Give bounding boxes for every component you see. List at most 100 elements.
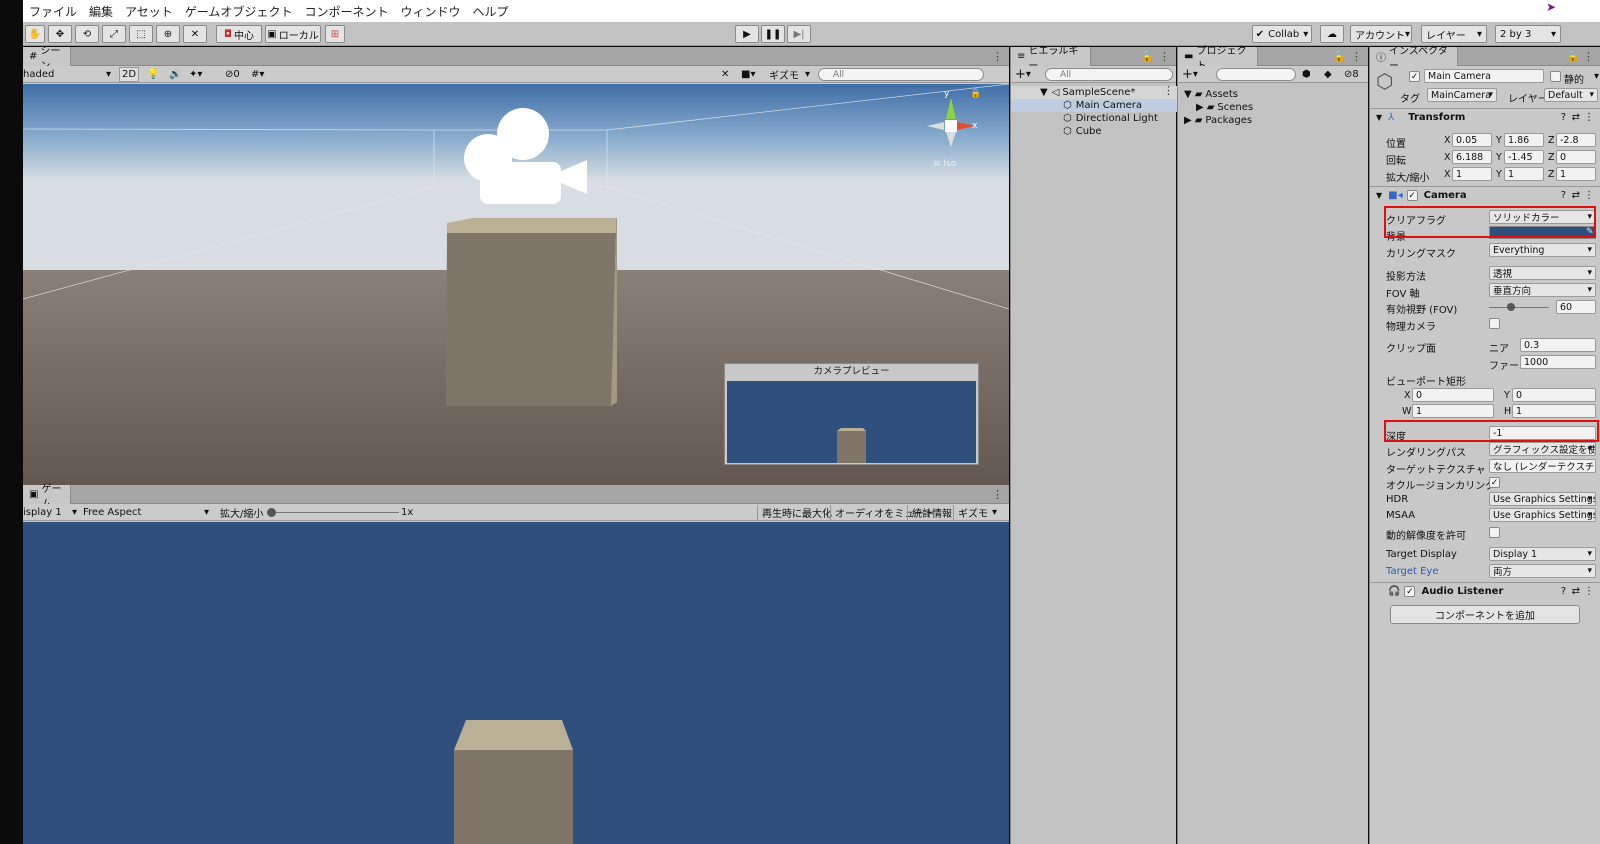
menu-file[interactable]: ファイル — [23, 3, 83, 20]
preset-icon[interactable]: ⇄ — [1572, 190, 1580, 201]
effects-icon[interactable]: ✦▾ — [189, 67, 202, 82]
inspector-menu-icon[interactable]: ⋮ — [1583, 50, 1594, 63]
tab-project[interactable]: ▬プロジェクト — [1178, 46, 1258, 72]
component-menu-icon[interactable]: ⋮ — [1584, 586, 1594, 597]
scale-z-field[interactable]: 1 — [1556, 167, 1596, 181]
culling-mask-dropdown[interactable]: Everything — [1489, 243, 1596, 257]
menu-assets[interactable]: アセット — [119, 3, 179, 20]
hand-tool-icon[interactable]: ✋ — [25, 25, 45, 43]
pause-button[interactable]: ❚❚ — [761, 25, 785, 43]
project-folder-assets[interactable]: ▼ ▰ Assets — [1184, 88, 1238, 101]
hierarchy-item-directional-light[interactable]: ⬡ Directional Light — [1063, 112, 1158, 125]
camera-settings-icon[interactable]: ■▾ — [741, 67, 755, 82]
shading-dropdown[interactable]: haded ▾ — [23, 67, 115, 82]
step-button[interactable]: ▶| — [787, 25, 811, 43]
hidden-objects-toggle[interactable]: ⊘ 0 — [225, 67, 240, 82]
project-create-dropdown[interactable]: + ▾ — [1182, 67, 1198, 82]
audio-listener-header[interactable]: 🎧 ✓ Audio Listener ? ⇄ ⋮ — [1370, 582, 1600, 600]
fov-slider-track[interactable] — [1489, 307, 1549, 308]
menu-gameobject[interactable]: ゲームオブジェクト — [179, 3, 299, 20]
collab-dropdown[interactable]: ✔ Collab ▾ — [1252, 25, 1312, 43]
hierarchy-search-input[interactable]: All — [1045, 68, 1173, 81]
lighting-icon[interactable]: 💡 — [147, 67, 159, 82]
rendering-path-dropdown[interactable]: グラフィックス設定を使用 — [1489, 442, 1596, 456]
transform-tool-icon[interactable]: ⊕ — [156, 25, 180, 43]
space-toggle[interactable]: ▣ ローカル — [265, 25, 321, 43]
transform-header[interactable]: ▼ ⅄ Transform ? ⇄ ⋮ — [1370, 108, 1600, 126]
hierarchy-item-main-camera[interactable]: ⬡ Main Camera — [1063, 99, 1142, 112]
projection-dropdown[interactable]: 透視 — [1489, 266, 1596, 280]
tab-scene[interactable]: #シーン — [23, 46, 71, 72]
rect-tool-icon[interactable]: ⬚ — [129, 25, 153, 43]
chevron-down-icon[interactable]: ▾ — [1594, 71, 1599, 82]
project-search-input[interactable] — [1216, 68, 1296, 81]
dynamic-resolution-checkbox[interactable] — [1489, 527, 1500, 538]
target-texture-field[interactable]: なし (レンダーテクスチャ) — [1489, 459, 1596, 473]
camera-enabled-checkbox[interactable]: ✓ — [1406, 190, 1418, 201]
far-clip-field[interactable]: 1000 — [1520, 355, 1596, 369]
tab-game[interactable]: ▣ゲーム — [23, 484, 71, 510]
scene-menu-icon[interactable]: ⋮ — [992, 50, 1003, 63]
menu-component[interactable]: コンポーネント — [298, 3, 394, 20]
projection-toggle[interactable]: ≡ Iso — [933, 159, 956, 169]
target-eye-dropdown[interactable]: 両方 — [1489, 564, 1596, 578]
scale-slider-track[interactable] — [273, 512, 399, 513]
audio-icon[interactable]: 🔊 — [169, 67, 181, 82]
display-dropdown[interactable]: isplay 1 ▾ — [23, 505, 79, 520]
physical-camera-checkbox[interactable] — [1489, 318, 1500, 329]
scene-item-menu-icon[interactable]: ⋮ — [1163, 84, 1174, 97]
audio-listener-checkbox[interactable]: ✓ — [1404, 586, 1416, 597]
hdr-dropdown[interactable]: Use Graphics Settings — [1489, 492, 1596, 506]
project-folder-scenes[interactable]: ▶ ▰ Scenes — [1196, 101, 1253, 114]
viewport-y-field[interactable]: 0 — [1512, 388, 1596, 402]
viewport-x-field[interactable]: 0 — [1412, 388, 1494, 402]
preset-icon[interactable]: ⇄ — [1572, 112, 1580, 123]
tag-dropdown[interactable]: MainCamera — [1427, 88, 1497, 102]
scale-x-field[interactable]: 1 — [1452, 167, 1492, 181]
account-dropdown[interactable]: アカウント ▾ — [1350, 25, 1412, 43]
layer-dropdown[interactable]: Default — [1544, 88, 1598, 102]
create-dropdown[interactable]: + ▾ — [1015, 67, 1031, 82]
lock-icon[interactable]: 🔒 — [1332, 50, 1346, 63]
add-component-button[interactable]: コンポーネントを追加 — [1390, 605, 1580, 624]
search-by-type-icon[interactable]: ⬢ — [1302, 67, 1311, 82]
fov-field[interactable]: 60 — [1556, 300, 1596, 314]
aspect-dropdown[interactable]: Free Aspect ▾ — [83, 505, 211, 520]
fov-axis-dropdown[interactable]: 垂直方向 — [1489, 283, 1596, 297]
move-tool-icon[interactable]: ✥ — [48, 25, 72, 43]
scene-search-input[interactable]: All — [818, 68, 984, 81]
game-gizmos-dropdown[interactable]: ギズモ ▾ — [953, 505, 997, 520]
play-button[interactable]: ▶ — [735, 25, 759, 43]
menu-help[interactable]: ヘルプ — [466, 3, 514, 20]
rotation-z-field[interactable]: 0 — [1556, 150, 1596, 164]
lock-icon[interactable]: 🔒 — [970, 89, 981, 99]
layers-dropdown[interactable]: レイヤー ▾ — [1421, 25, 1487, 43]
tab-inspector[interactable]: ⓘ インスペクター — [1370, 46, 1458, 72]
gizmos-dropdown[interactable]: ギズモ ▾ — [769, 67, 810, 82]
tools-icon[interactable]: ✕ — [721, 67, 729, 82]
pivot-toggle[interactable]: ◘ 中心 — [216, 25, 262, 43]
lock-icon[interactable]: 🔒 — [1566, 50, 1580, 63]
scale-slider-handle[interactable] — [267, 508, 276, 517]
project-folder-packages[interactable]: ▶ ▰ Packages — [1184, 114, 1252, 127]
scale-y-field[interactable]: 1 — [1504, 167, 1544, 181]
scene-viewport[interactable]: y x 🔒 ≡ Iso カメラプレビュー — [23, 84, 1009, 485]
maximize-on-play-toggle[interactable]: 再生時に最大化 — [757, 505, 832, 520]
viewport-w-field[interactable]: 1 — [1412, 404, 1494, 418]
search-by-label-icon[interactable]: ◆ — [1324, 67, 1332, 82]
menu-edit[interactable]: 編集 — [83, 3, 119, 20]
stats-toggle[interactable]: 統計情報 — [907, 505, 952, 520]
custom-tool-icon[interactable]: ✕ — [183, 25, 207, 43]
scale-tool-icon[interactable]: ⤢ — [102, 25, 126, 43]
camera-header[interactable]: ▼ ■◂ ✓ Camera ? ⇄ ⋮ — [1370, 186, 1600, 204]
menu-window[interactable]: ウィンドウ — [394, 3, 466, 20]
lock-icon[interactable]: 🔒 — [1140, 50, 1154, 63]
position-z-field[interactable]: -2.8 — [1556, 133, 1596, 147]
help-icon[interactable]: ? — [1561, 586, 1566, 597]
game-menu-icon[interactable]: ⋮ — [992, 488, 1003, 501]
viewport-h-field[interactable]: 1 — [1512, 404, 1596, 418]
game-viewport[interactable] — [23, 522, 1009, 844]
component-menu-icon[interactable]: ⋮ — [1584, 112, 1594, 123]
help-icon[interactable]: ? — [1561, 112, 1566, 123]
cloud-icon[interactable]: ☁ — [1320, 25, 1344, 43]
